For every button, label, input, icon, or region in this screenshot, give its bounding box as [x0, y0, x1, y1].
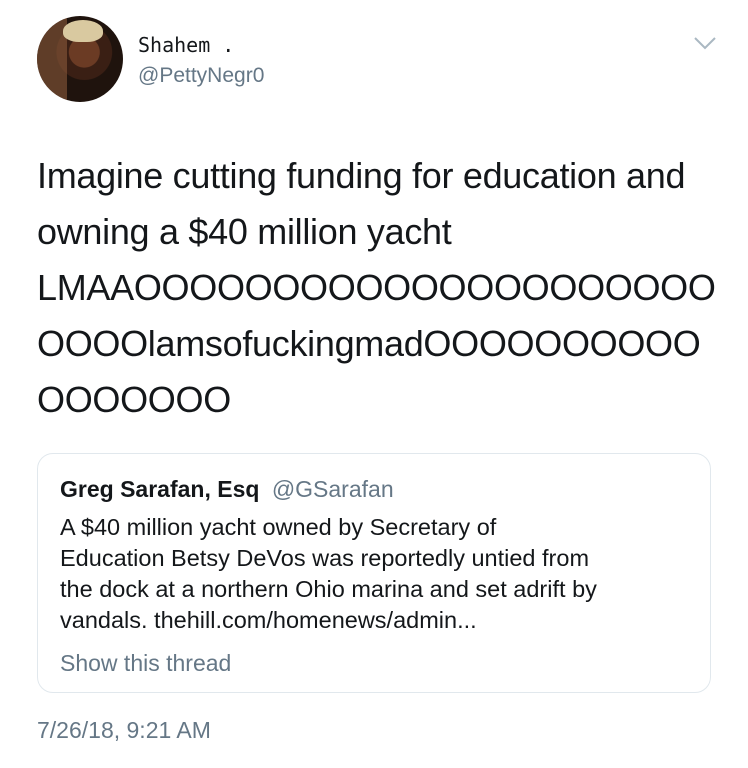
quoted-text-line: vandals. thehill.com/homenews/admin... — [60, 607, 477, 633]
chevron-down-icon[interactable] — [693, 34, 717, 52]
tweet-text-line: Imagine cutting funding for education an… — [37, 155, 686, 196]
quoted-text-line: Education Betsy DeVos was reportedly unt… — [60, 545, 590, 571]
avatar-hair — [63, 20, 103, 42]
tweet-text-line: OOOOlamsofuckingmadOOOOOOOOOO — [37, 323, 701, 364]
author-display-name[interactable]: Shahem . — [138, 33, 234, 57]
quoted-tweet-text: A $40 million yacht owned by Secretary o… — [60, 512, 700, 636]
quoted-tweet-card[interactable]: Greg Sarafan, Esq @GSarafan A $40 millio… — [37, 453, 711, 693]
quoted-text-line: the dock at a northern Ohio marina and s… — [60, 576, 597, 602]
tweet-timestamp[interactable]: 7/26/18, 9:21 AM — [37, 717, 211, 744]
quoted-text-line: A $40 million yacht owned by Secretary o… — [60, 514, 497, 540]
tweet-text-line: owning a $40 million yacht — [37, 211, 452, 252]
quoted-tweet-header: Greg Sarafan, Esq @GSarafan — [60, 476, 394, 503]
tweet-text-line: OOOOOOO — [37, 379, 231, 420]
quoted-author-name: Greg Sarafan, Esq — [60, 476, 260, 502]
tweet-text: Imagine cutting funding for education an… — [37, 148, 727, 428]
show-thread-link[interactable]: Show this thread — [60, 650, 231, 677]
quoted-author-handle: @GSarafan — [271, 476, 394, 502]
tweet: Shahem . @PettyNegr0 Imagine cutting fun… — [0, 0, 748, 768]
tweet-text-line: LMAAOOOOOOOOOOOOOOOOOOOOO — [37, 267, 716, 308]
author-avatar[interactable] — [37, 16, 123, 102]
author-handle[interactable]: @PettyNegr0 — [138, 64, 264, 88]
